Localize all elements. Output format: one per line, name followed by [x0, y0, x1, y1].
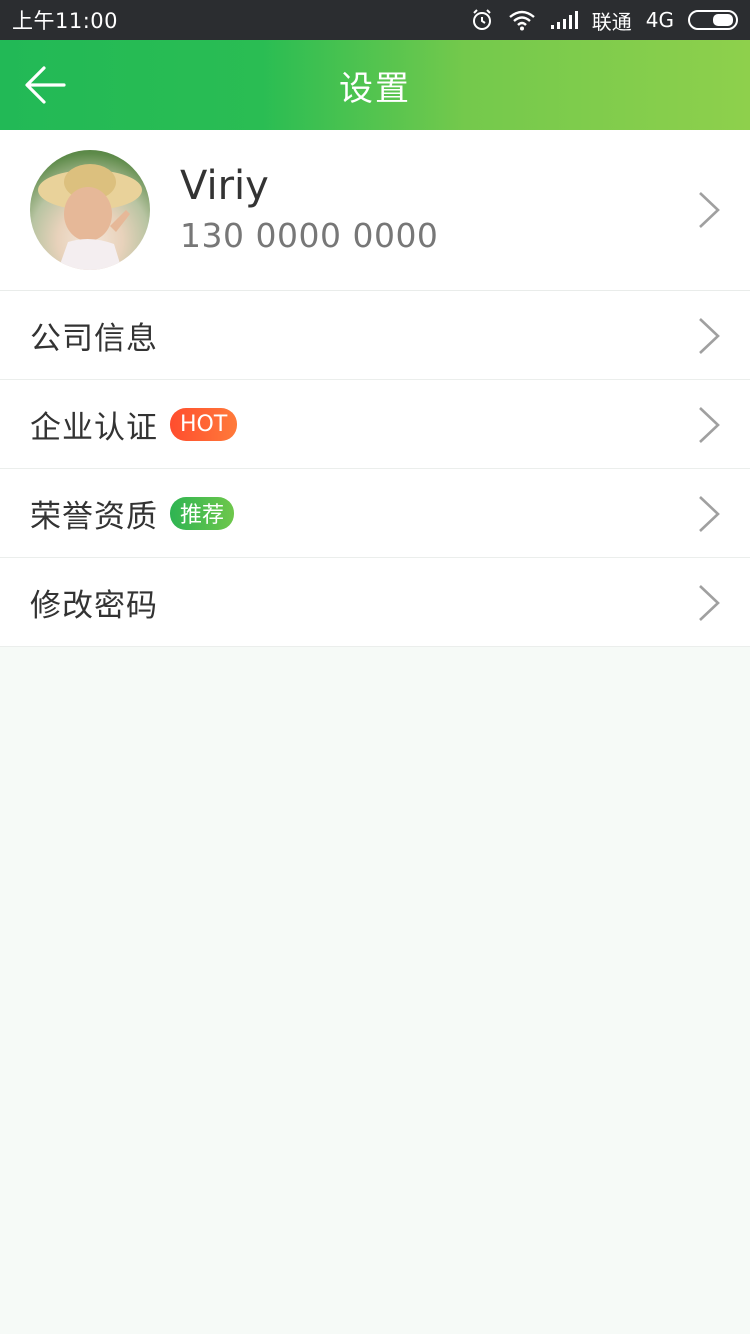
wifi-icon: [508, 9, 536, 31]
chevron-right-icon: [699, 192, 720, 228]
nav-bar: 设置: [0, 40, 750, 130]
status-time: 上午11:00: [12, 9, 119, 33]
menu-item-label: 企业认证: [30, 409, 158, 446]
menu-item-label: 修改密码: [30, 587, 158, 624]
page-title: 设置: [339, 68, 411, 109]
menu-item-enterprise-certification[interactable]: 企业认证 HOT: [0, 380, 750, 469]
menu-item-honors[interactable]: 荣誉资质 推荐: [0, 469, 750, 558]
recommend-badge: 推荐: [170, 496, 235, 530]
chevron-right-icon: [699, 318, 720, 354]
carrier-label: 联通: [591, 9, 632, 34]
status-bar: 上午11:00 联通 4G: [0, 0, 750, 40]
menu-item-change-password[interactable]: 修改密码: [0, 558, 750, 647]
network-label: 4G: [645, 8, 674, 32]
menu-item-label: 荣誉资质: [30, 498, 158, 535]
profile-row[interactable]: Viriy 130 0000 0000: [0, 130, 750, 291]
profile-name: Viriy: [180, 163, 269, 209]
back-button[interactable]: [20, 60, 70, 110]
hot-badge: HOT: [170, 407, 238, 441]
arrow-left-icon: [25, 66, 66, 104]
menu-item-company-info[interactable]: 公司信息: [0, 291, 750, 380]
alarm-icon: [470, 8, 494, 32]
settings-menu: 公司信息 企业认证 HOT 荣誉资质 推荐 修改密码: [0, 291, 750, 647]
battery-icon: [688, 10, 738, 30]
signal-icon: [550, 10, 578, 30]
profile-info: Viriy 130 0000 0000: [180, 162, 438, 258]
avatar: [30, 150, 150, 270]
status-icons: 联通 4G: [470, 6, 738, 35]
menu-item-label: 公司信息: [30, 320, 158, 357]
profile-phone: 130 0000 0000: [180, 216, 439, 255]
chevron-right-icon: [699, 407, 720, 443]
chevron-right-icon: [699, 585, 720, 621]
chevron-right-icon: [699, 496, 720, 532]
